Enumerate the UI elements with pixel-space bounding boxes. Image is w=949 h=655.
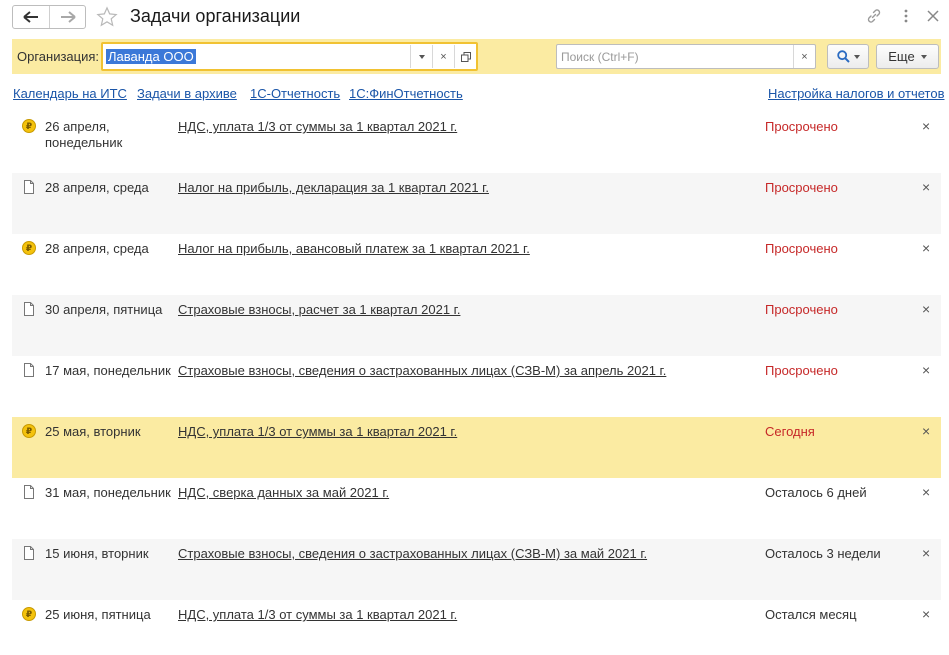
task-date: 17 мая, понедельник [45,363,171,378]
remove-task-button[interactable]: × [922,545,930,561]
task-name-link[interactable]: НДС, уплата 1/3 от суммы за 1 квартал 20… [178,607,457,622]
remove-task-button[interactable]: × [922,423,930,439]
task-row: 28 апреля, среда Налог на прибыль, декла… [12,173,941,234]
organization-dropdown-button[interactable] [410,45,432,68]
close-icon[interactable] [924,7,942,25]
task-row: 30 апреля, пятница Страховые взносы, рас… [12,295,941,356]
task-row: ₽ 26 апреля, понедельник НДС, уплата 1/3… [12,112,941,173]
task-row: 31 мая, понедельник НДС, сверка данных з… [12,478,941,539]
task-date: 25 июня, пятница [45,607,151,622]
filter-panel: Организация: Лаванда ООО × × Еще [12,39,941,74]
link-archive-tasks[interactable]: Задачи в архиве [137,86,237,101]
more-vertical-icon[interactable] [900,7,912,25]
more-button[interactable]: Еще [876,44,939,69]
link-icon[interactable] [865,7,883,25]
ruble-coin-icon: ₽ [22,119,36,133]
task-name-link[interactable]: НДС, уплата 1/3 от суммы за 1 квартал 20… [178,119,457,134]
organization-value[interactable]: Лаванда ООО [106,49,196,64]
task-status: Просрочено [765,302,838,317]
task-name-link[interactable]: Налог на прибыль, декларация за 1 кварта… [178,180,489,195]
task-date: 15 июня, вторник [45,546,149,561]
document-icon [24,546,34,560]
chevron-down-icon [853,54,860,59]
task-date: 25 мая, вторник [45,424,141,439]
remove-task-button[interactable]: × [922,606,930,622]
document-icon [24,302,34,316]
task-status: Сегодня [765,424,815,439]
clear-icon: × [801,50,808,63]
link-1c-finreporting[interactable]: 1С:ФинОтчетность [349,86,463,101]
remove-task-button[interactable]: × [922,301,930,317]
chevron-down-icon [920,54,927,59]
search-clear-button[interactable]: × [793,45,815,68]
task-row: 15 июня, вторник Страховые взносы, сведе… [12,539,941,600]
task-name-link[interactable]: НДС, уплата 1/3 от суммы за 1 квартал 20… [178,424,457,439]
task-status: Осталось 3 недели [765,546,881,561]
task-name-link[interactable]: Страховые взносы, сведения о застрахован… [178,546,647,561]
link-1c-reporting[interactable]: 1С-Отчетность [250,86,340,101]
task-row: ₽ 25 мая, вторник НДС, уплата 1/3 от сум… [12,417,941,478]
task-row: ₽ 28 апреля, среда Налог на прибыль, ава… [12,234,941,295]
more-button-label: Еще [888,49,915,64]
link-its-calendar[interactable]: Календарь на ИТС [13,86,127,101]
task-name-link[interactable]: Налог на прибыль, авансовый платеж за 1 … [178,241,530,256]
chevron-down-icon [418,54,425,59]
task-status: Осталось 6 дней [765,485,867,500]
task-status: Просрочено [765,119,838,134]
task-date: 31 мая, понедельник [45,485,171,500]
organization-open-button[interactable] [454,45,476,68]
task-date: 28 апреля, среда [45,180,149,195]
ruble-coin-icon: ₽ [22,241,36,255]
task-row: ₽ 25 июня, пятница НДС, уплата 1/3 от су… [12,600,941,655]
remove-task-button[interactable]: × [922,484,930,500]
organization-clear-button[interactable]: × [432,45,454,68]
clear-icon: × [440,50,447,63]
star-icon[interactable] [96,6,118,28]
task-name-link[interactable]: НДС, сверка данных за май 2021 г. [178,485,389,500]
task-date: 30 апреля, пятница [45,302,163,317]
search-icon [836,50,850,63]
task-date: 28 апреля, среда [45,241,149,256]
document-icon [24,485,34,499]
arrow-right-icon [60,11,76,23]
open-window-icon [460,51,471,62]
search-button[interactable] [827,44,869,69]
organization-label: Организация: [17,49,100,64]
remove-task-button[interactable]: × [922,118,930,134]
task-status: Просрочено [765,363,838,378]
links-bar: Календарь на ИТС Задачи в архиве 1С-Отче… [0,86,949,102]
task-row: 17 мая, понедельник Страховые взносы, св… [12,356,941,417]
search-field: × [556,44,816,69]
title-bar: Задачи организации [0,0,949,34]
task-date: 26 апреля, понедельник [45,119,123,150]
remove-task-button[interactable]: × [922,179,930,195]
search-input[interactable] [557,45,793,68]
forward-button[interactable] [49,6,85,28]
back-button[interactable] [13,6,49,28]
arrow-left-icon [23,11,38,23]
task-status: Просрочено [765,180,838,195]
ruble-coin-icon: ₽ [22,424,36,438]
document-icon [24,180,34,194]
organization-field[interactable]: Лаванда ООО × [101,42,478,71]
document-icon [24,363,34,377]
remove-task-button[interactable]: × [922,362,930,378]
page-title: Задачи организации [130,6,301,26]
ruble-coin-icon: ₽ [22,607,36,621]
task-status: Просрочено [765,241,838,256]
link-tax-settings[interactable]: Настройка налогов и отчетов [768,86,944,101]
task-list: ₽ 26 апреля, понедельник НДС, уплата 1/3… [12,112,941,655]
task-status: Остался месяц [765,607,857,622]
task-name-link[interactable]: Страховые взносы, расчет за 1 квартал 20… [178,302,460,317]
task-name-link[interactable]: Страховые взносы, сведения о застрахован… [178,363,666,378]
remove-task-button[interactable]: × [922,240,930,256]
navigation-buttons [12,5,86,29]
